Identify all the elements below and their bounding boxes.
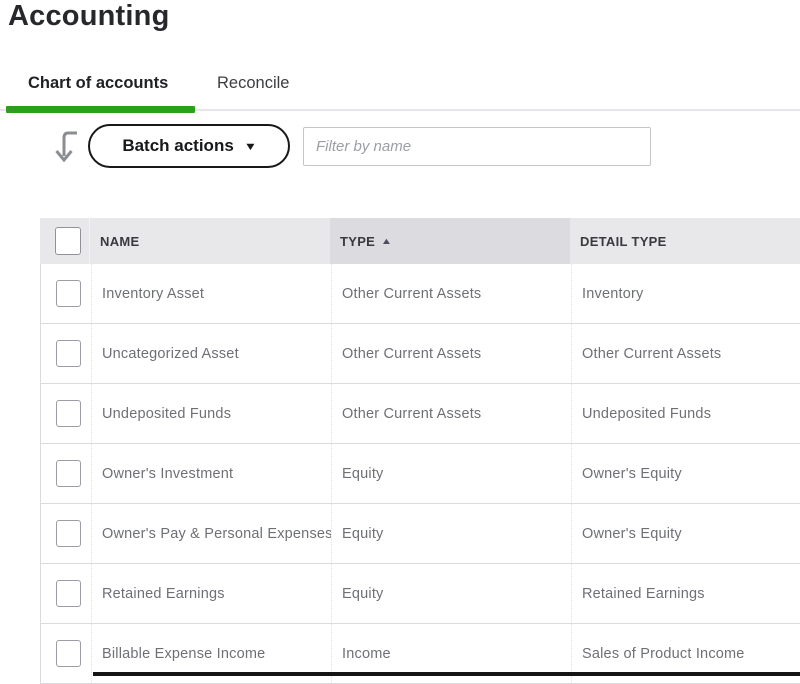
row-checkbox[interactable]: [56, 460, 81, 487]
row-checkbox[interactable]: [56, 640, 81, 667]
account-detail-type: Retained Earnings: [582, 586, 705, 602]
account-name-cell: Owner's Investment: [91, 444, 331, 503]
row-checkbox[interactable]: [56, 580, 81, 607]
account-type-cell: Other Current Assets: [331, 384, 571, 443]
account-type: Other Current Assets: [342, 286, 481, 302]
table-row[interactable]: Owner's Pay & Personal Expenses Equity O…: [41, 504, 800, 564]
arrow-down-icon: [52, 129, 82, 167]
filter-by-name-input[interactable]: [303, 127, 651, 166]
account-detail-type: Other Current Assets: [582, 346, 721, 362]
row-checkbox[interactable]: [56, 340, 81, 367]
account-detail-type-cell: Other Current Assets: [571, 324, 800, 383]
select-all-cell: [40, 218, 90, 264]
account-name-cell: Inventory Asset: [91, 264, 331, 323]
account-detail-type: Inventory: [582, 286, 643, 302]
table-row[interactable]: Retained Earnings Equity Retained Earnin…: [41, 564, 800, 624]
tab-chart-of-accounts[interactable]: Chart of accounts: [28, 74, 168, 93]
chart-of-accounts-table: NAME TYPE ▲ DETAIL TYPE Inventory Asset …: [40, 218, 800, 684]
table-header: NAME TYPE ▲ DETAIL TYPE: [40, 218, 800, 264]
row-checkbox-cell: [41, 564, 91, 623]
account-detail-type-cell: Undeposited Funds: [571, 384, 800, 443]
account-name: Owner's Pay & Personal Expenses: [102, 526, 331, 542]
row-checkbox-cell: [41, 264, 91, 323]
account-type: Equity: [342, 526, 384, 542]
table-row[interactable]: Undeposited Funds Other Current Assets U…: [41, 384, 800, 444]
account-name-cell: Undeposited Funds: [91, 384, 331, 443]
account-detail-type: Owner's Equity: [582, 526, 682, 542]
table-row[interactable]: Inventory Asset Other Current Assets Inv…: [41, 264, 800, 324]
active-tab-underline: [6, 106, 195, 113]
account-name: Owner's Investment: [102, 466, 233, 482]
table-row[interactable]: Owner's Investment Equity Owner's Equity: [41, 444, 800, 504]
column-header-type[interactable]: TYPE ▲: [330, 234, 570, 249]
account-name-cell: Retained Earnings: [91, 564, 331, 623]
account-name: Inventory Asset: [102, 286, 204, 302]
caret-down-icon: ▼: [243, 142, 257, 153]
account-detail-type-cell: Retained Earnings: [571, 564, 800, 623]
account-type: Other Current Assets: [342, 346, 481, 362]
page-title: Accounting: [8, 0, 170, 33]
account-detail-type: Undeposited Funds: [582, 406, 711, 422]
account-type-cell: Equity: [331, 504, 571, 563]
batch-actions-label: Batch actions: [122, 136, 233, 156]
account-type: Income: [342, 646, 391, 662]
row-checkbox-cell: [41, 444, 91, 503]
account-type-cell: Equity: [331, 444, 571, 503]
row-checkbox[interactable]: [56, 280, 81, 307]
account-detail-type-cell: Owner's Equity: [571, 444, 800, 503]
account-name-cell: Uncategorized Asset: [91, 324, 331, 383]
account-type: Equity: [342, 586, 384, 602]
account-name: Undeposited Funds: [102, 406, 231, 422]
table-row[interactable]: Uncategorized Asset Other Current Assets…: [41, 324, 800, 384]
row-checkbox-cell: [41, 384, 91, 443]
row-checkbox-cell: [41, 504, 91, 563]
row-checkbox[interactable]: [56, 520, 81, 547]
account-name-cell: Owner's Pay & Personal Expenses: [91, 504, 331, 563]
account-type: Other Current Assets: [342, 406, 481, 422]
account-detail-type: Owner's Equity: [582, 466, 682, 482]
account-detail-type-cell: Owner's Equity: [571, 504, 800, 563]
table-body: Inventory Asset Other Current Assets Inv…: [40, 264, 800, 684]
tab-bar: Chart of accounts Reconcile: [0, 74, 800, 100]
account-detail-type: Sales of Product Income: [582, 646, 745, 662]
account-type-cell: Other Current Assets: [331, 264, 571, 323]
tab-reconcile[interactable]: Reconcile: [217, 74, 289, 93]
account-type-cell: Other Current Assets: [331, 324, 571, 383]
account-name: Uncategorized Asset: [102, 346, 239, 362]
row-checkbox[interactable]: [56, 400, 81, 427]
account-detail-type-cell: Inventory: [571, 264, 800, 323]
account-type: Equity: [342, 466, 384, 482]
column-header-name[interactable]: NAME: [90, 234, 330, 249]
select-all-checkbox[interactable]: [55, 227, 81, 255]
account-name: Retained Earnings: [102, 586, 225, 602]
bottom-progress-bar: [93, 672, 800, 676]
batch-actions-button[interactable]: Batch actions ▼: [88, 124, 290, 168]
account-name: Billable Expense Income: [102, 646, 265, 662]
row-checkbox-cell: [41, 324, 91, 383]
column-header-detail-type[interactable]: DETAIL TYPE: [570, 234, 800, 249]
sort-ascending-icon: ▲: [381, 236, 393, 246]
account-type-cell: Equity: [331, 564, 571, 623]
column-header-type-label: TYPE: [340, 234, 375, 249]
row-checkbox-cell: [41, 624, 91, 683]
